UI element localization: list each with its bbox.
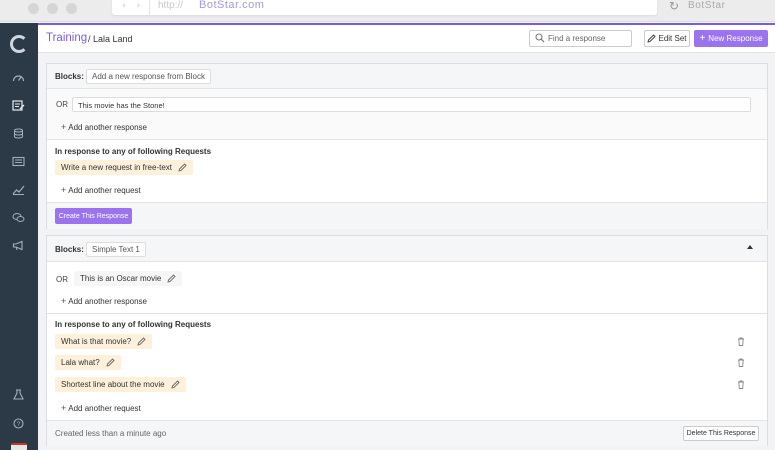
request-text: Lala what? [61,358,100,367]
edit-set-button[interactable]: Edit Set [644,30,690,47]
request-chip[interactable]: What is that movie? [55,334,153,349]
block-selector[interactable]: Add a new response from Block [86,69,211,84]
response-card: Blocks: Simple Text 1 OR This is an Osca… [46,235,768,446]
database-icon[interactable] [12,128,25,139]
trash-icon[interactable] [737,380,745,389]
request-chip[interactable]: Shortest line about the movie [55,377,186,392]
plus-icon: + [699,33,706,44]
search-icon [535,33,545,43]
response-section: OR This movie has the Stone! + Add anothe… [47,89,767,139]
search-input[interactable] [548,33,630,44]
avatar[interactable] [11,443,27,450]
response-chip[interactable]: This is an Oscar movie [74,271,183,286]
pencil-icon [137,337,146,346]
new-response-card: Blocks: Add a new response from Block OR… [46,63,768,229]
flask-icon[interactable] [12,389,25,400]
add-request-link[interactable]: + Add another request [61,185,141,195]
or-label: OR [56,100,68,109]
block-selector[interactable]: Simple Text 1 [86,242,146,257]
create-response-button[interactable]: Create This Response [55,208,132,224]
blocks-label: Blocks: [55,245,84,254]
training-icon[interactable] [12,100,25,111]
broadcast-icon[interactable] [12,156,25,167]
reload-icon[interactable]: ↻ [669,0,679,13]
megaphone-icon[interactable] [12,240,25,251]
request-input-chip[interactable]: Write a new request in free-text [55,160,194,175]
requests-title: In response to any of following Requests [55,147,212,156]
new-response-label: New Response [708,34,763,43]
svg-text:?: ? [17,421,21,428]
created-timestamp: Created less than a minute ago [55,429,167,438]
nav-arrows-icon[interactable]: ‹ › [122,1,144,11]
request-placeholder: Write a new request in free-text [61,163,173,172]
card-footer: Create This Response [47,203,767,229]
trash-icon[interactable] [737,358,745,367]
request-chip[interactable]: Lala what? [55,355,121,370]
tab-title: BotStar [688,0,726,11]
window-minimize-button[interactable] [47,3,58,14]
response-text-field[interactable]: This movie has the Stone! [72,97,751,112]
chat-icon[interactable] [12,212,25,223]
divider [47,313,767,314]
plus-icon: + [61,122,67,132]
blocks-bar: Blocks: Add a new response from Block [47,64,767,89]
add-response-label: Add another response [68,297,147,306]
delete-response-button[interactable]: Delete This Response [683,426,759,441]
requests-title: In response to any of following Requests [55,320,212,329]
pencil-icon [178,163,187,172]
breadcrumb-current: / Lala Land [88,34,133,44]
add-response-label: Add another response [68,123,147,132]
analytics-icon[interactable] [12,184,25,195]
edit-set-label: Edit Set [658,34,687,43]
plus-icon: + [61,185,67,195]
response-text: This is an Oscar movie [80,274,162,283]
request-text: What is that movie? [61,337,132,346]
plus-icon: + [61,403,67,413]
card-footer: Created less than a minute ago Delete Th… [47,421,767,446]
browser-toolbar: ‹ › http:// BotStar.com ↻ BotStar [0,0,775,22]
add-request-label: Add another request [68,186,141,195]
add-request-label: Add another request [68,404,141,413]
address-bar-divider [149,0,150,15]
blocks-label: Blocks: [55,72,84,81]
pencil-icon [647,34,657,43]
pencil-icon [106,358,115,367]
search-box[interactable] [529,30,632,47]
app-logo[interactable] [10,35,28,53]
window-close-button[interactable] [28,3,39,14]
pencil-icon [167,274,176,283]
url-host: BotStar.com [199,0,265,11]
request-text: Shortest line about the movie [61,380,165,389]
trash-icon[interactable] [737,337,745,346]
url-protocol: http:// [158,0,184,11]
collapse-caret-icon[interactable] [747,245,753,249]
breadcrumb-training-link[interactable]: Training [46,32,87,44]
divider [47,139,767,140]
plus-icon: + [61,296,67,306]
dashboard-icon[interactable] [12,72,25,83]
or-label: OR [56,275,68,284]
window-maximize-button[interactable] [66,3,77,14]
blocks-bar: Blocks: Simple Text 1 [47,236,767,262]
help-icon[interactable]: ? [12,418,25,429]
new-response-button[interactable]: + New Response [694,30,768,47]
add-response-link[interactable]: + Add another response [61,122,147,132]
add-response-link[interactable]: + Add another response [61,296,147,306]
page-header: Training / Lala Land Edit Set + New Resp… [38,25,775,53]
add-request-link[interactable]: + Add another request [61,403,141,413]
address-bar[interactable] [112,0,657,15]
pencil-icon [171,380,180,389]
sidebar: ? [0,23,38,450]
